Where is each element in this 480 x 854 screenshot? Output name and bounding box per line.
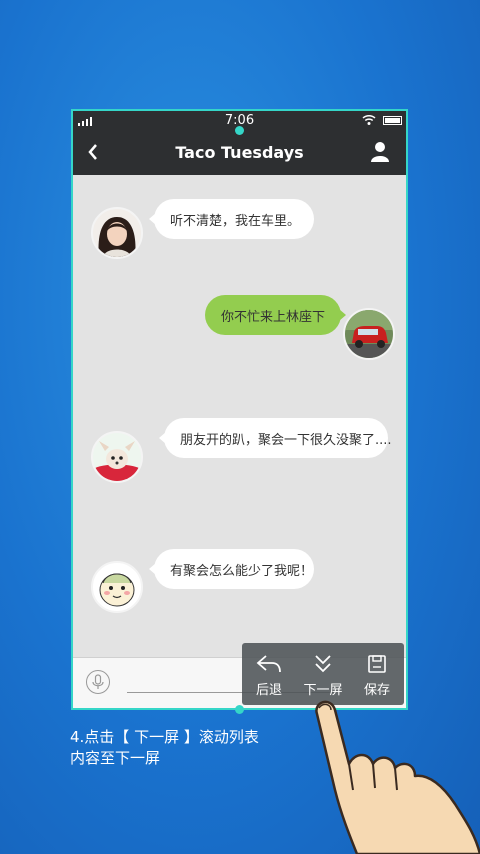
message-text: 你不忙来上林座下	[221, 309, 326, 325]
back-button[interactable]: 后退	[244, 643, 294, 698]
nav-bar: Taco Tuesdays	[73, 131, 406, 175]
selection-handle-top[interactable]	[235, 126, 244, 135]
message-text: 听不清楚，我在车里。	[170, 213, 301, 229]
save-button[interactable]: 保存	[352, 643, 402, 698]
woman-avatar[interactable]	[91, 207, 143, 259]
message-text: 有聚会怎么能少了我呢！	[170, 563, 314, 579]
save-icon	[368, 655, 386, 673]
puppy-avatar[interactable]	[91, 431, 143, 483]
chat-title: Taco Tuesdays	[175, 143, 304, 162]
cartoon-face-avatar[interactable]	[91, 561, 143, 613]
caption-line-1: 4.点击【 下一屏 】滚动列表	[70, 728, 259, 746]
battery-icon	[383, 116, 402, 125]
message-bubble[interactable]: 朋友开的趴，聚会一下很久没聚了....	[159, 418, 392, 458]
next-screen-button[interactable]: 下一屏	[298, 643, 348, 698]
undo-icon	[256, 655, 281, 673]
microphone-icon[interactable]	[86, 670, 110, 694]
wifi-icon	[362, 114, 376, 125]
message-text: 朋友开的趴，聚会一下很久没聚了....	[180, 432, 392, 448]
back-button-label: 后退	[255, 683, 282, 698]
caption-line-2: 内容至下一屏	[70, 749, 161, 767]
message-bubble[interactable]: 听不清楚，我在车里。	[149, 199, 314, 239]
phone-frame: 7:06 Taco Tuesdays 听不清楚，我在车里。 你不忙来上林座下 朋…	[71, 109, 408, 710]
pointing-hand-icon	[315, 700, 480, 854]
instruction-caption: 4.点击【 下一屏 】滚动列表 内容至下一屏	[70, 727, 259, 769]
message-bubble[interactable]: 有聚会怎么能少了我呢！	[149, 549, 314, 589]
profile-icon[interactable]	[370, 141, 390, 163]
red-car-avatar[interactable]	[343, 308, 395, 360]
message-bubble[interactable]: 你不忙来上林座下	[205, 295, 346, 335]
double-chevron-down-icon	[315, 655, 331, 673]
selection-handle-bottom[interactable]	[235, 705, 244, 714]
